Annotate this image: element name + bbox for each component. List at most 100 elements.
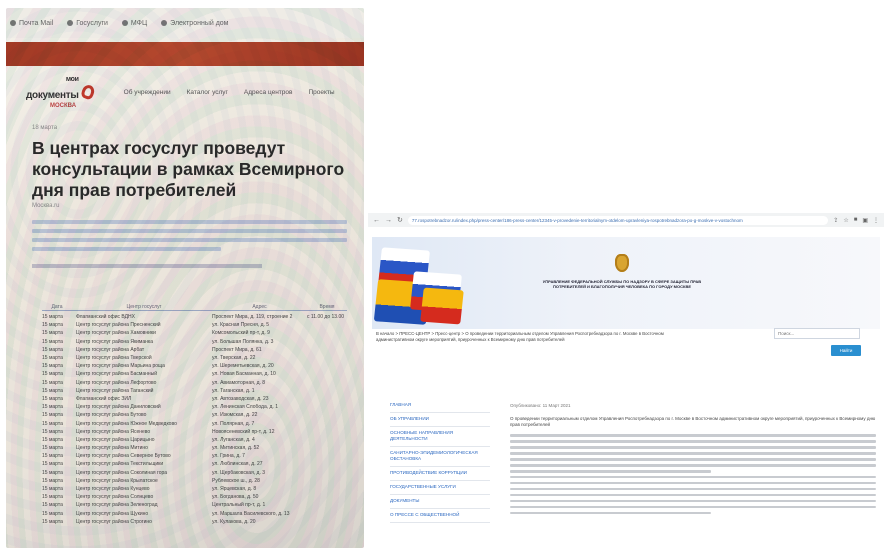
- share-icon[interactable]: ⇪: [833, 217, 838, 224]
- table-row: 15 марта Центр госуслуг района Митино ул. …: [42, 444, 347, 452]
- nav-item[interactable]: Проекты: [308, 89, 334, 96]
- bookmark-1[interactable]: Госуслуги: [67, 20, 108, 27]
- table-row: 15 марта Центр госуслуг района Щукино ул. …: [42, 510, 347, 518]
- site-logo[interactable]: мои документы МОСКВА: [26, 75, 96, 109]
- bookmark-2[interactable]: МФЦ: [121, 20, 147, 27]
- table-cell: Центр госуслуг района Даниловский: [76, 404, 161, 411]
- text-line: [32, 238, 347, 242]
- table-cell: 15 марта: [42, 486, 63, 493]
- search-input[interactable]: [774, 328, 860, 339]
- sidebar-menu: ГЛАВНАЯ ОБ УПРАВЛЕНИИ ОСНОВНЫЕ НАПРАВЛЕН…: [390, 399, 490, 523]
- text-line: [510, 499, 876, 503]
- text-line: [32, 220, 347, 224]
- puzzle-icon[interactable]: ▣: [862, 217, 868, 224]
- centers-table: Дата Центр госуслуг Адрес Время 15 марта…: [42, 304, 347, 526]
- logo-text-top: мои: [65, 76, 79, 83]
- extension-icon[interactable]: ■: [854, 217, 858, 223]
- text-line: [510, 434, 876, 437]
- text-line: [510, 457, 876, 461]
- table-cell: 15 марта: [42, 379, 63, 386]
- table-cell: ул. Полярная, д. 7: [212, 420, 255, 427]
- table-cell: ул. Люблинская, д. 27: [212, 461, 263, 468]
- forward-icon[interactable]: →: [385, 217, 392, 224]
- menu-icon[interactable]: ⋮: [873, 217, 879, 224]
- bookmark-label: Госуслуги: [76, 19, 108, 27]
- sidebar-item[interactable]: САНИТАРНО-ЭПИДЕМИОЛОГИЧЕСКАЯ ОБСТАНОВКА: [390, 447, 490, 467]
- text-line: [32, 264, 262, 268]
- bookmark-3[interactable]: Электронный дом: [161, 20, 229, 27]
- search-button[interactable]: Найти: [831, 345, 861, 356]
- address-bar[interactable]: 77.rospotrebnadzor.ru/index.php/press-ce…: [407, 215, 829, 225]
- table-cell: 15 марта: [42, 518, 63, 525]
- table-row: 15 марта Центр госуслуг района Зеленоград…: [42, 501, 347, 509]
- table-cell: ул. Кулакова, д. 20: [212, 518, 256, 525]
- star-icon[interactable]: ☆: [843, 217, 848, 224]
- table-cell: ул. Изюмская, д. 22: [212, 412, 258, 419]
- logo-text-sub: МОСКВА: [50, 103, 77, 109]
- table-cell: 15 марта: [42, 412, 63, 419]
- breadcrumb[interactable]: В начало > ПРЕСС-ЦЕНТР > Пресс-центр > О…: [376, 331, 676, 343]
- table-row: 15 марта Флагманский офис ВДНХ Проспект Ми…: [42, 313, 347, 321]
- photo-of-screen: Почта Mail Госуслуги МФЦ Электронный дом…: [6, 8, 364, 548]
- table-cell: 15 марта: [42, 469, 63, 476]
- browser-toolbar: ← → ↻ 77.rospotrebnadzor.ru/index.php/pr…: [368, 213, 884, 227]
- table-cell: Проспект Мира, д. 61: [212, 346, 262, 353]
- nav-item[interactable]: Об учреждении: [124, 89, 171, 96]
- table-cell: ул. Щербаковская, д. 3: [212, 469, 266, 476]
- table-cell: ул. Красная Пресня, д. 5: [212, 322, 270, 329]
- reload-icon[interactable]: ↻: [397, 216, 403, 224]
- site-top-bar: [6, 42, 364, 66]
- column-header: Центр госуслуг: [126, 304, 162, 310]
- sidebar-item[interactable]: ПРОТИВОДЕЙСТВИЕ КОРРУПЦИИ: [390, 467, 490, 481]
- globe-icon: [121, 20, 128, 26]
- text-line: [510, 439, 876, 443]
- table-cell: ул. Ярцевская, д. 8: [212, 486, 257, 493]
- table-cell: 15 марта: [42, 363, 63, 370]
- table-cell: ул. Таганская, д. 1: [212, 387, 255, 394]
- nav-item[interactable]: Адреса центров: [244, 89, 293, 96]
- back-icon[interactable]: ←: [373, 217, 380, 224]
- table-row: 15 марта Центр госуслуг района Южное Медв…: [42, 419, 347, 427]
- table-cell: 15 марта: [42, 477, 63, 484]
- text-line: [510, 493, 876, 497]
- table-cell: 15 марта: [42, 461, 63, 468]
- table-cell: 15 марта: [42, 494, 63, 501]
- table-cell: Центр госуслуг района Бутово: [76, 412, 147, 419]
- article: Опубликовано: 11 Март 2021 О проведении …: [510, 403, 876, 518]
- table-cell: 15 марта: [42, 338, 63, 345]
- table-cell: Рублевское ш., д. 28: [212, 477, 260, 484]
- table-cell: ул. Новая Басманная, д. 10: [212, 371, 276, 378]
- table-cell: Центр госуслуг района Северное Бутово: [76, 453, 171, 460]
- text-line: [32, 229, 347, 233]
- table-row: 15 марта Центр госуслуг района Бутово ул. …: [42, 411, 347, 419]
- site-nav: Об учреждении Каталог услуг Адреса центр…: [124, 89, 335, 96]
- table-cell: ул. Грина, д. 7: [212, 453, 245, 460]
- article-date: Москва.ru: [32, 203, 60, 209]
- globe-icon: [67, 20, 74, 26]
- table-row: 15 марта Флагманский офис ЗИЛ ул. Автозаво…: [42, 395, 347, 403]
- flag-icon: [420, 287, 464, 325]
- table-cell: 15 марта: [42, 445, 63, 452]
- site-banner: УПРАВЛЕНИЕ ФЕДЕРАЛЬНОЙ СЛУЖБЫ ПО НАДЗОРУ…: [372, 237, 880, 329]
- nav-item[interactable]: Каталог услуг: [187, 89, 228, 96]
- table-cell: Центр госуслуг района Хамовники: [76, 330, 156, 337]
- table-cell: Центр госуслуг района Таганский: [76, 387, 154, 394]
- sidebar-item[interactable]: ОСНОВНЫЕ НАПРАВЛЕНИЯ ДЕЯТЕЛЬНОСТИ: [390, 427, 490, 447]
- sidebar-item[interactable]: ОБ УПРАВЛЕНИИ: [390, 413, 490, 427]
- text-line: [510, 469, 712, 473]
- bookmark-0[interactable]: Почта Mail: [10, 20, 53, 27]
- table-row: 15 марта Центр госуслуг района Крылатское…: [42, 477, 347, 485]
- sidebar-item[interactable]: ГЛАВНАЯ: [390, 399, 490, 413]
- sidebar-item[interactable]: О ПРЕССЕ С ОБЩЕСТВЕННОЙ: [390, 509, 490, 523]
- sidebar-item[interactable]: ДОКУМЕНТЫ: [390, 495, 490, 509]
- table-row: 15 марта Центр госуслуг района Тверской ул…: [42, 354, 347, 362]
- article-lead: О проведении территориальным отделом Упр…: [510, 416, 876, 427]
- table-cell: 15 марта: [42, 420, 63, 427]
- table-row: 15 марта Центр госуслуг района Хамовники К…: [42, 329, 347, 337]
- table-cell: ул. Авиамоторная, д. 8: [212, 379, 266, 386]
- table-cell: Центр госуслуг района Ясенево: [76, 428, 151, 435]
- table-cell: Центр госуслуг района Митино: [76, 445, 148, 452]
- sidebar-item[interactable]: ГОСУДАРСТВЕННЫЕ УСЛУГИ: [390, 481, 490, 495]
- text-line: [510, 445, 876, 449]
- breadcrumb[interactable]: 18 марта: [32, 125, 57, 131]
